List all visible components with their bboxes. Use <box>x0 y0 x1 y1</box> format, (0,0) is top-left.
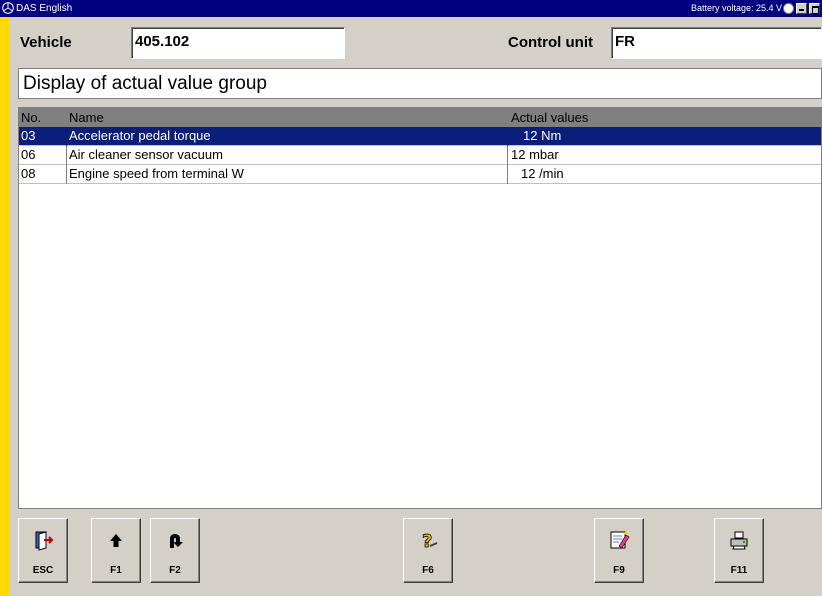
vehicle-field: 405.102 <box>131 27 345 59</box>
row-value: 12 /min <box>521 166 564 181</box>
maximize-button[interactable] <box>809 3 820 14</box>
esc-button[interactable]: ESC <box>18 518 68 583</box>
f2-button[interactable]: F2 <box>150 518 200 583</box>
esc-label: ESC <box>32 565 54 576</box>
svg-text:?: ? <box>422 531 432 551</box>
f9-label: F9 <box>613 565 625 576</box>
battery-voltage: Battery voltage: 25.4 V <box>690 3 782 13</box>
printer-icon <box>730 531 748 550</box>
minimize-button[interactable] <box>796 3 807 14</box>
control-unit-label: Control unit <box>508 34 593 51</box>
vehicle-label: Vehicle <box>20 34 72 51</box>
function-key-toolbar: ESC F1 F2 ? F6 F9 F11 <box>9 510 822 596</box>
f6-button[interactable]: ? F6 <box>403 518 453 583</box>
f6-label: F6 <box>422 565 434 576</box>
table-row[interactable]: 08 Engine speed from terminal W 12 /min <box>19 165 821 184</box>
actual-values-table: No. Name Actual values 03 Accelerator pe… <box>18 107 822 509</box>
control-unit-field: FR <box>611 27 822 59</box>
row-name: Engine speed from terminal W <box>69 166 244 181</box>
row-number: 06 <box>21 147 36 162</box>
column-header-name: Name <box>69 110 104 125</box>
left-edge-bar <box>0 0 9 596</box>
f2-label: F2 <box>169 565 181 576</box>
row-name: Air cleaner sensor vacuum <box>69 147 223 162</box>
table-header: No. Name Actual values <box>19 108 821 127</box>
row-name: Accelerator pedal torque <box>69 128 211 143</box>
row-value: 12 Nm <box>523 128 562 143</box>
table-row[interactable]: 03 Accelerator pedal torque 12 Nm <box>19 127 821 146</box>
column-header-actual-values: Actual values <box>511 110 589 125</box>
column-header-no: No. <box>21 110 42 125</box>
f11-label: F11 <box>730 565 748 576</box>
return-arrow-icon <box>170 534 183 548</box>
f1-button[interactable]: F1 <box>91 518 141 583</box>
edit-pencil-icon <box>610 531 630 549</box>
table-row[interactable]: 06 Air cleaner sensor vacuum 12 mbar <box>19 146 821 165</box>
help-question-icon: ? <box>422 531 438 551</box>
row-number: 08 <box>21 166 36 181</box>
row-value: 12 mbar <box>511 147 559 162</box>
exit-door-icon <box>35 531 54 551</box>
mercedes-star-icon <box>2 2 14 14</box>
row-number: 03 <box>21 128 36 143</box>
f1-label: F1 <box>110 565 122 576</box>
globe-icon[interactable] <box>783 3 794 14</box>
arrow-up-icon <box>110 534 122 547</box>
page-title: Display of actual value group <box>18 68 822 99</box>
title-bar: DAS English Battery voltage: 25.4 V <box>0 0 822 17</box>
f9-button[interactable]: F9 <box>594 518 644 583</box>
window-title: DAS English <box>16 3 73 14</box>
f11-button[interactable]: F11 <box>714 518 764 583</box>
